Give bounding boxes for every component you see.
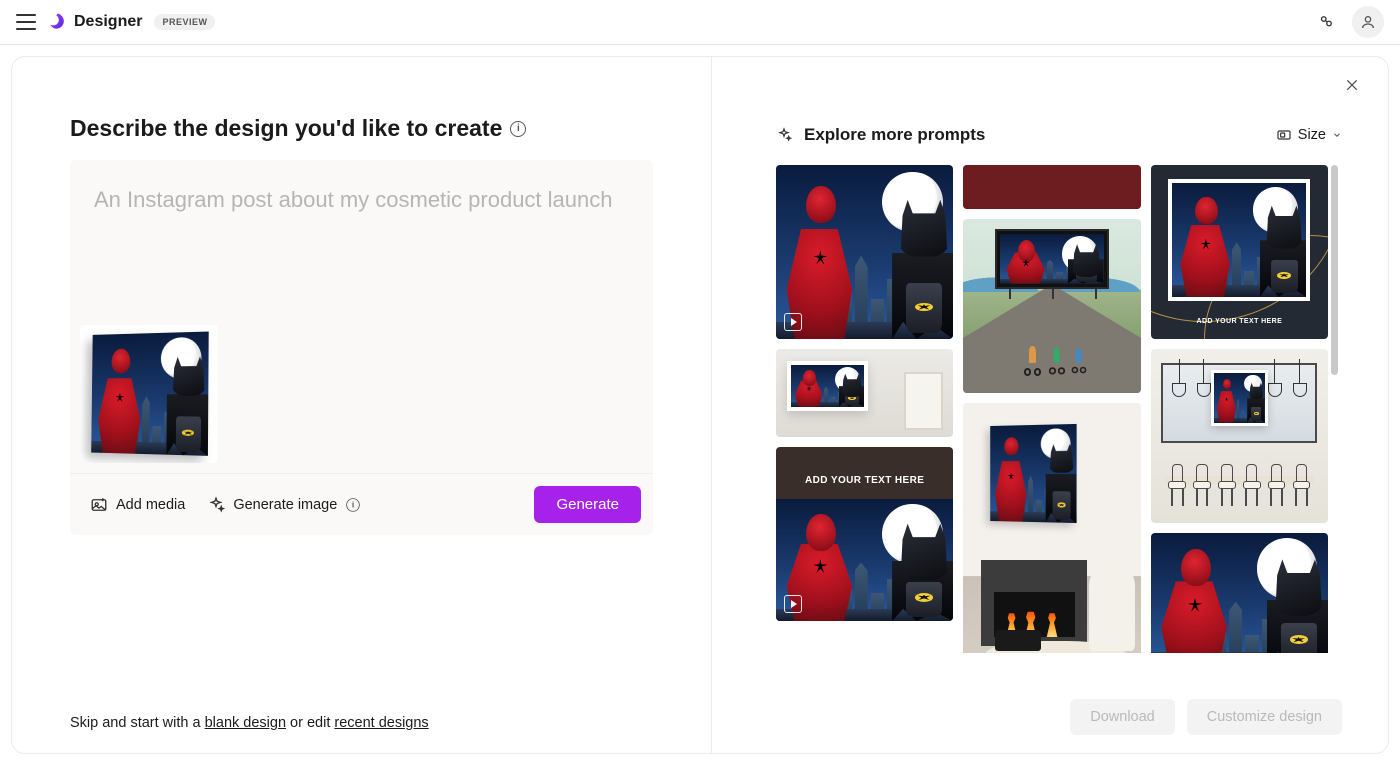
- close-icon[interactable]: [1344, 77, 1360, 98]
- left-panel: Describe the design you'd like to create…: [12, 57, 712, 753]
- skip-text-mid: or edit: [286, 715, 334, 731]
- aspect-ratio-icon: [1276, 127, 1292, 143]
- hamburger-menu-icon[interactable]: [16, 14, 36, 30]
- size-label: Size: [1298, 127, 1326, 143]
- tile-caption: ADD YOUR TEXT HERE: [1151, 318, 1328, 325]
- size-dropdown[interactable]: Size: [1276, 127, 1342, 143]
- prompt-heading: Describe the design you'd like to create…: [70, 115, 653, 142]
- scrollbar[interactable]: [1331, 165, 1338, 375]
- feedback-icon[interactable]: [1310, 6, 1342, 38]
- sparkle-icon: [776, 127, 792, 143]
- info-icon[interactable]: i: [347, 498, 361, 512]
- explore-row: Explore more prompts Size: [776, 125, 1342, 145]
- generate-image-button[interactable]: Generate image i: [207, 496, 361, 514]
- explore-heading: Explore more prompts: [776, 125, 985, 145]
- prompt-actions: Add media Generate image i Generate: [70, 473, 653, 535]
- preview-badge: PREVIEW: [154, 14, 215, 30]
- generate-image-label: Generate image: [233, 497, 337, 513]
- main-card: Describe the design you'd like to create…: [11, 56, 1389, 754]
- info-icon[interactable]: i: [510, 121, 526, 137]
- app-logo[interactable]: Designer: [48, 12, 142, 32]
- header-right: [1310, 6, 1384, 38]
- suggestion-tile[interactable]: [963, 219, 1140, 393]
- suggestion-tile[interactable]: ADD YOUR TEXT HERE: [776, 447, 953, 621]
- right-panel: Explore more prompts Size: [712, 57, 1388, 753]
- app-name: Designer: [74, 13, 142, 31]
- prompt-heading-text: Describe the design you'd like to create: [70, 115, 502, 142]
- app-header: Designer PREVIEW: [0, 0, 1400, 45]
- add-media-label: Add media: [116, 497, 185, 513]
- chevron-down-icon: [1332, 130, 1342, 140]
- suggestion-tile[interactable]: [963, 403, 1140, 653]
- download-button[interactable]: Download: [1070, 699, 1175, 735]
- account-icon[interactable]: [1352, 6, 1384, 38]
- tile-caption: ADD YOUR TEXT HERE: [776, 475, 953, 486]
- designer-swirl-icon: [48, 12, 68, 32]
- image-plus-icon: [90, 496, 108, 514]
- attached-media-thumb[interactable]: [80, 325, 218, 463]
- prompt-input[interactable]: An Instagram post about my cosmetic prod…: [70, 160, 653, 325]
- skip-text-prefix: Skip and start with a: [70, 715, 205, 731]
- play-icon: [784, 313, 802, 331]
- skip-line: Skip and start with a blank design or ed…: [70, 715, 429, 731]
- generate-button[interactable]: Generate: [534, 486, 641, 523]
- header-left: Designer PREVIEW: [16, 12, 215, 32]
- play-icon: [784, 595, 802, 613]
- attached-media-strip: [70, 325, 653, 473]
- suggestion-tile[interactable]: [776, 349, 953, 437]
- suggestion-tile[interactable]: [963, 165, 1140, 209]
- blank-design-link[interactable]: blank design: [205, 715, 286, 731]
- add-media-button[interactable]: Add media: [90, 496, 185, 514]
- bottom-actions: Download Customize design: [1070, 699, 1342, 735]
- suggestion-tile[interactable]: ADD YOUR TEXT HERE: [1151, 165, 1328, 339]
- recent-designs-link[interactable]: recent designs: [334, 715, 428, 731]
- sparkle-icon: [207, 496, 225, 514]
- suggestion-tile[interactable]: [1151, 349, 1328, 523]
- suggestions-gallery: ADD YOUR TEXT HERE: [776, 165, 1342, 653]
- suggestion-tile[interactable]: [1151, 533, 1328, 653]
- explore-heading-label: Explore more prompts: [804, 125, 985, 145]
- suggestion-tile[interactable]: [776, 165, 953, 339]
- customize-design-button[interactable]: Customize design: [1187, 699, 1342, 735]
- prompt-box: An Instagram post about my cosmetic prod…: [70, 160, 653, 535]
